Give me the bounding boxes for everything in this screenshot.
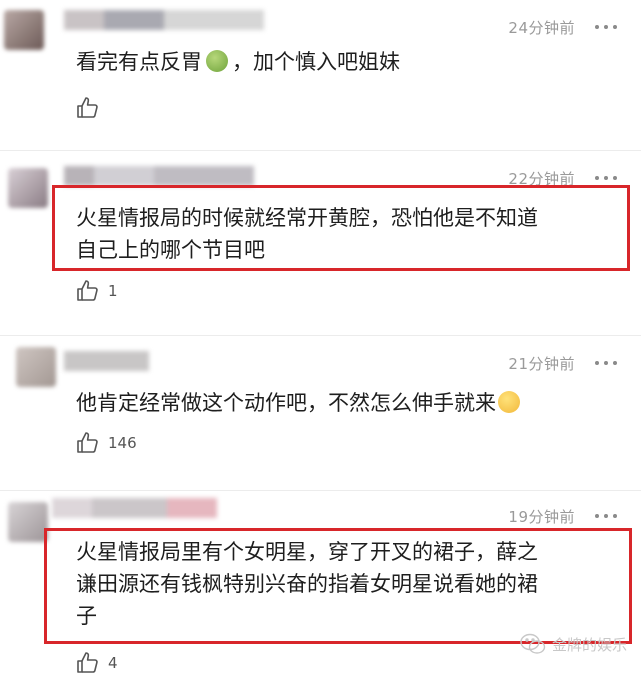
eye-roll-emoji xyxy=(498,391,520,413)
highlight-box xyxy=(44,528,632,644)
avatar[interactable] xyxy=(16,347,56,387)
comment-text: 他肯定经常做这个动作吧，不然怎么伸手就来 xyxy=(76,387,520,419)
wechat-icon xyxy=(520,633,546,654)
thumbs-up-icon xyxy=(77,280,98,301)
more-options-icon[interactable] xyxy=(595,361,617,365)
thumbs-up-icon xyxy=(77,652,98,673)
like-count: 4 xyxy=(108,654,118,672)
comment-item: 24分钟前 看完有点反胃 ，加个慎入吧姐妹 xyxy=(0,0,641,150)
more-options-icon[interactable] xyxy=(595,514,617,518)
username[interactable] xyxy=(64,10,264,30)
avatar[interactable] xyxy=(8,168,48,208)
nauseated-face-emoji xyxy=(206,50,228,72)
comment-timestamp: 21分钟前 xyxy=(508,355,575,373)
comment-timestamp: 24分钟前 xyxy=(508,19,575,37)
comment-timestamp: 19分钟前 xyxy=(508,508,575,526)
watermark: 金牌的娱乐 xyxy=(520,633,627,655)
highlight-box xyxy=(52,185,630,271)
username[interactable] xyxy=(64,166,254,186)
username[interactable] xyxy=(64,351,149,371)
username[interactable] xyxy=(52,498,217,518)
like-button[interactable]: 146 xyxy=(76,430,137,456)
like-count: 146 xyxy=(108,434,137,452)
more-options-icon[interactable] xyxy=(595,25,617,29)
more-options-icon[interactable] xyxy=(595,176,617,180)
comment-item: 21分钟前 他肯定经常做这个动作吧，不然怎么伸手就来 146 xyxy=(0,335,641,490)
comment-text: 看完有点反胃 ，加个慎入吧姐妹 xyxy=(76,50,400,74)
like-button[interactable]: 1 xyxy=(76,278,118,304)
avatar[interactable] xyxy=(4,10,44,50)
avatar[interactable] xyxy=(8,502,48,542)
like-button[interactable]: 4 xyxy=(76,650,118,674)
watermark-text: 金牌的娱乐 xyxy=(551,635,627,654)
like-button[interactable] xyxy=(76,95,100,121)
thumbs-up-icon xyxy=(77,97,98,118)
thumbs-up-icon xyxy=(77,432,98,453)
like-count: 1 xyxy=(108,282,118,300)
